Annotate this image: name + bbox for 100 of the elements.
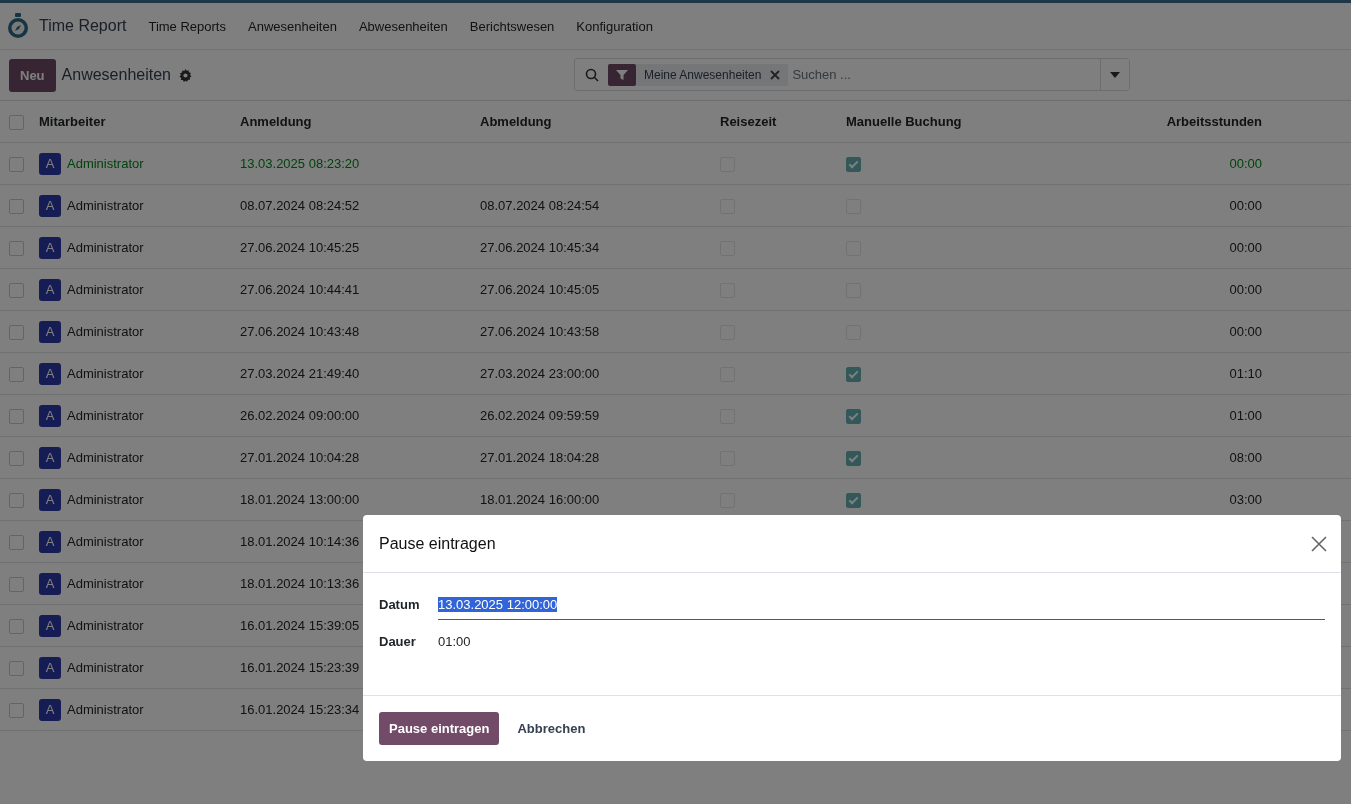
menu-item[interactable]: Konfiguration xyxy=(576,18,653,34)
checkbox[interactable] xyxy=(9,240,24,256)
employee-name: Administrator xyxy=(67,492,144,507)
dialog-title: Pause eintragen xyxy=(379,534,496,553)
column-header[interactable]: Arbeitsstunden xyxy=(1166,114,1262,129)
remove-icon xyxy=(770,69,781,80)
table-cell: 26.02.2024 09:59:59 xyxy=(480,408,600,423)
table-cell: 27.03.2024 23:00:00 xyxy=(480,366,600,381)
avatar: A xyxy=(39,656,61,679)
avatar: A xyxy=(39,572,61,595)
checkbox[interactable] xyxy=(9,282,24,298)
checkbox[interactable] xyxy=(9,534,24,550)
table-cell: 27.01.2024 10:04:28 xyxy=(240,450,360,465)
table-cell: 27.03.2024 21:49:40 xyxy=(240,366,360,381)
column-header[interactable]: Manuelle Buchung xyxy=(846,114,962,129)
table-cell: 00:00 xyxy=(1229,324,1262,339)
table-cell: 27.06.2024 10:43:48 xyxy=(240,324,360,339)
stopwatch-icon xyxy=(7,13,29,39)
search-icon xyxy=(585,67,599,82)
checkbox[interactable] xyxy=(9,660,24,676)
employee-name: Administrator xyxy=(67,198,144,213)
checkbox[interactable] xyxy=(9,408,24,424)
employee-name: Administrator xyxy=(67,702,144,717)
checkbox[interactable] xyxy=(9,576,24,592)
employee-name: Administrator xyxy=(67,618,144,633)
table-cell: 00:00 xyxy=(1229,240,1262,255)
table-cell: 00:00 xyxy=(1229,198,1262,213)
field-label: Dauer xyxy=(379,634,417,649)
breadcrumb-title: Anwesenheiten xyxy=(61,66,171,84)
avatar: A xyxy=(39,320,61,343)
menu-item[interactable]: Time Reports xyxy=(148,18,226,34)
avatar: A xyxy=(39,530,61,553)
confirm-button[interactable]: Pause eintragen xyxy=(379,712,500,745)
avatar: A xyxy=(39,446,61,469)
facet-label: Meine Anwesenheiten xyxy=(644,67,762,82)
table-cell: 27.06.2024 10:45:25 xyxy=(240,240,360,255)
checkbox[interactable] xyxy=(9,324,24,340)
column-header[interactable]: Mitarbeiter xyxy=(39,114,106,129)
column-header[interactable]: Anmeldung xyxy=(240,114,312,129)
column-header[interactable]: Reisezeit xyxy=(720,114,777,129)
avatar: A xyxy=(39,362,61,385)
table-cell: 16.01.2024 15:39:05 xyxy=(240,618,360,633)
app-title: Time Report xyxy=(39,17,127,35)
table-cell: 13.03.2025 08:23:20 xyxy=(240,156,360,171)
table-cell: 27.06.2024 10:45:05 xyxy=(480,282,600,297)
search-field[interactable]: Meine Anwesenheiten Suchen ... xyxy=(574,58,1130,91)
table-cell: 08.07.2024 08:24:54 xyxy=(480,198,600,213)
table-cell: 03:00 xyxy=(1229,492,1262,507)
caret-icon xyxy=(1110,71,1120,78)
employee-name: Administrator xyxy=(67,576,144,591)
avatar: A xyxy=(39,194,61,217)
employee-name: Administrator xyxy=(67,324,144,339)
menu-item[interactable]: Anwesenheiten xyxy=(248,18,337,34)
menu-item[interactable]: Abwesenheiten xyxy=(358,18,448,34)
field-value: 01:00 xyxy=(438,634,471,649)
table-cell: 16.01.2024 15:23:39 xyxy=(240,660,360,675)
table-cell: 27.01.2024 18:04:28 xyxy=(480,450,600,465)
table-cell: 18.01.2024 10:13:36 xyxy=(240,576,360,591)
checkbox[interactable] xyxy=(9,618,24,634)
table-cell: 18.01.2024 10:14:36 xyxy=(240,534,360,549)
dropdown-toggle[interactable] xyxy=(1100,59,1129,90)
cancel-button[interactable]: Abbrechen xyxy=(507,712,596,745)
column-header[interactable]: Abmeldung xyxy=(480,114,552,129)
employee-name: Administrator xyxy=(67,156,144,171)
table-cell: 08:00 xyxy=(1229,450,1262,465)
table-cell: 16.01.2024 15:23:34 xyxy=(240,702,360,717)
employee-name: Administrator xyxy=(67,450,144,465)
table-cell: 26.02.2024 09:00:00 xyxy=(240,408,360,423)
employee-name: Administrator xyxy=(67,408,144,423)
employee-name: Administrator xyxy=(67,534,144,549)
checkbox[interactable] xyxy=(9,702,24,718)
close-button[interactable] xyxy=(1311,535,1327,552)
field-label: Datum xyxy=(379,597,421,612)
date-field[interactable]: 13.03.2025 12:00:00 xyxy=(438,597,1325,620)
table-cell: 01:00 xyxy=(1229,408,1262,423)
table-cell: 00:00 xyxy=(1229,282,1262,297)
table-cell: 27.06.2024 10:44:41 xyxy=(240,282,360,297)
filter-icon xyxy=(608,63,636,86)
table-cell: 18.01.2024 13:00:00 xyxy=(240,492,360,507)
table-cell: 00:00 xyxy=(1229,156,1262,171)
avatar: A xyxy=(39,404,61,427)
table-cell: 27.06.2024 10:43:58 xyxy=(480,324,600,339)
checkbox[interactable] xyxy=(9,450,24,466)
menu-item[interactable]: Berichtswesen xyxy=(469,18,555,34)
employee-name: Administrator xyxy=(67,366,144,381)
avatar: A xyxy=(39,278,61,301)
checkbox[interactable] xyxy=(9,198,24,214)
table-cell: 01:10 xyxy=(1229,366,1262,381)
avatar: A xyxy=(39,488,61,511)
gear-icon xyxy=(179,68,192,82)
new-button[interactable]: Neu xyxy=(9,58,56,92)
checkbox[interactable] xyxy=(9,114,24,130)
avatar: A xyxy=(39,236,61,259)
filter-facet[interactable]: Meine Anwesenheiten xyxy=(608,63,789,86)
checkbox[interactable] xyxy=(9,156,24,172)
checkbox[interactable] xyxy=(9,366,24,382)
avatar: A xyxy=(39,614,61,637)
table-cell: 08.07.2024 08:24:52 xyxy=(240,198,360,213)
table-cell: 27.06.2024 10:45:34 xyxy=(480,240,600,255)
checkbox[interactable] xyxy=(9,492,24,508)
